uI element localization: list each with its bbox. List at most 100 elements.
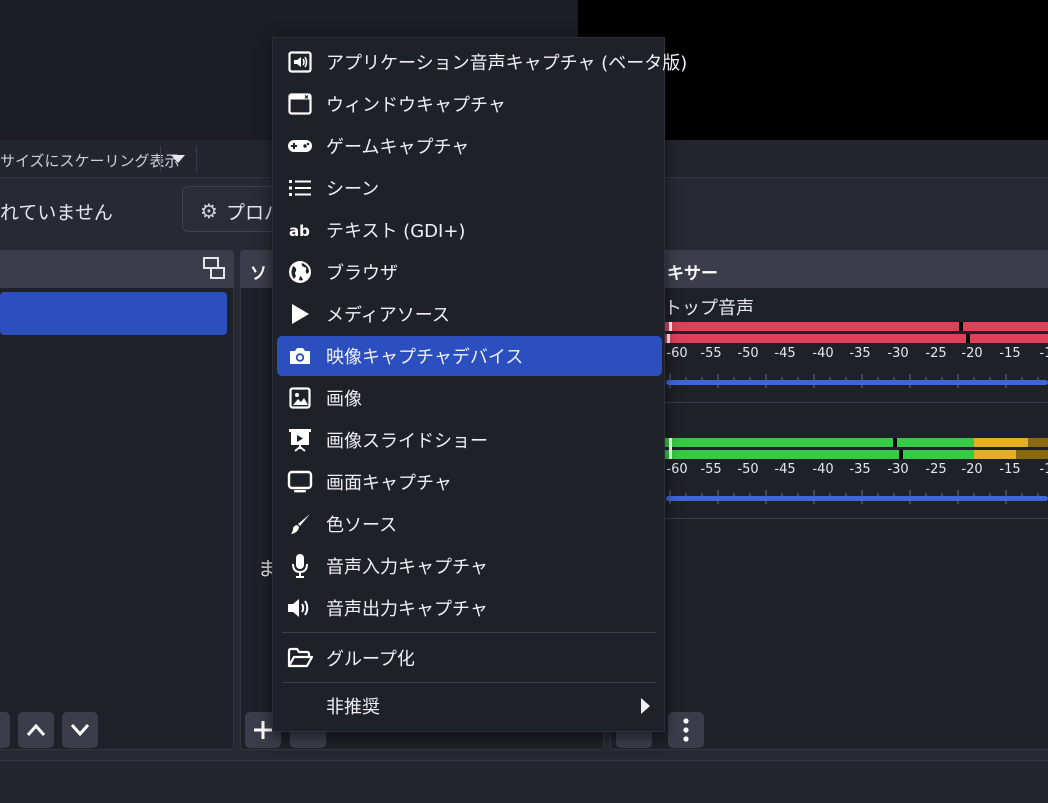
move-scene-down-button[interactable]: [62, 712, 98, 748]
scene-filter-button[interactable]: [0, 712, 10, 748]
camera-icon: [290, 348, 310, 364]
menu-item-label: 画像スライドショー: [326, 431, 488, 452]
chevron-down-icon: [171, 155, 185, 163]
menu-item-label: グループ化: [326, 649, 415, 670]
menu-item-image[interactable]: 画像: [277, 378, 662, 418]
meter-tick-label: -40: [812, 346, 834, 361]
volume-meter-bar: [664, 334, 1048, 343]
meter-tick-label: -50: [737, 462, 759, 477]
menu-item-label: 画面キャプチャ: [326, 473, 452, 494]
menu-item-group[interactable]: グループ化: [277, 638, 662, 678]
scene-list-item-selected[interactable]: [0, 292, 227, 335]
undock-icon[interactable]: [203, 257, 225, 279]
menu-item-scene[interactable]: シーン: [277, 168, 662, 208]
status-bar: [0, 760, 1048, 803]
meter-peak-marker: [669, 438, 672, 459]
menu-item-app-audio-capture[interactable]: アプリケーション音声キャプチャ (ベータ版): [277, 42, 687, 82]
menu-item-label: 音声出力キャプチャ: [326, 599, 488, 620]
divider: [664, 518, 1048, 519]
meter-tick-label: -20: [961, 346, 983, 361]
more-vertical-icon: [683, 718, 689, 742]
chevron-up-icon: [26, 723, 46, 736]
meter-tick-label: -50: [737, 346, 759, 361]
image-icon: [289, 387, 311, 409]
divider: [664, 402, 1048, 403]
menu-item-label: 映像キャプチャデバイス: [326, 347, 524, 368]
meter-peak-marker: [667, 334, 670, 343]
meter-tick-label: -1: [1039, 346, 1048, 361]
volume-slider[interactable]: [666, 380, 1048, 385]
window-icon: [288, 93, 312, 115]
meter-tick-label: -35: [849, 346, 871, 361]
divider: [160, 146, 161, 172]
meter-peak-marker: [893, 438, 897, 447]
meter-tick-label: -35: [849, 462, 871, 477]
divider: [196, 146, 197, 172]
add-source-context-menu: アプリケーション音声キャプチャ (ベータ版) ウィンドウキャプチャ ゲームキャプ…: [272, 37, 687, 732]
menu-item-label: アプリケーション音声キャプチャ (ベータ版): [326, 53, 688, 74]
meter-tick-label: -25: [925, 346, 947, 361]
menu-item-label: ウィンドウキャプチャ: [326, 95, 506, 116]
plus-icon: [254, 721, 272, 739]
menu-item-audio-input-capture[interactable]: 音声入力キャプチャ: [277, 546, 662, 586]
microphone-icon: [292, 554, 308, 578]
meter-tick-label: -40: [812, 462, 834, 477]
menu-item-label: 色ソース: [326, 515, 398, 536]
volume-meter-bar: [894, 438, 974, 447]
volume-meter-bar: [1016, 450, 1048, 459]
menu-item-game-capture[interactable]: ゲームキャプチャ: [277, 126, 662, 166]
paintbrush-icon: [291, 514, 310, 534]
menu-item-window-capture[interactable]: ウィンドウキャプチャ: [277, 84, 662, 124]
chevron-down-icon: [70, 724, 90, 737]
meter-tick-label: -20: [961, 462, 983, 477]
menu-separator: [282, 682, 656, 683]
menu-item-image-slideshow[interactable]: 画像スライドショー: [277, 420, 662, 460]
meter-tick-label: -45: [774, 346, 796, 361]
menu-item-deprecated[interactable]: 非推奨: [277, 686, 662, 726]
meter-tick-label: -55: [700, 462, 722, 477]
menu-item-label: 音声入力キャプチャ: [326, 557, 488, 578]
meter-tick-label: -1: [1039, 462, 1048, 477]
menu-item-media-source[interactable]: メディアソース: [277, 294, 662, 334]
no-source-selected-text: れていません: [0, 202, 113, 224]
meter-tick-label: -60: [666, 462, 688, 477]
menu-item-color-source[interactable]: 色ソース: [277, 504, 662, 544]
svg-text:ab: ab: [289, 222, 310, 239]
menu-item-display-capture[interactable]: 画面キャプチャ: [277, 462, 662, 502]
volume-slider[interactable]: [666, 496, 1048, 501]
monitor-icon: [287, 470, 313, 493]
volume-meter-bar: [664, 438, 894, 447]
meter-peak-marker: [966, 334, 970, 343]
menu-item-browser[interactable]: ブラウザ: [277, 252, 662, 292]
folder-open-icon: [287, 647, 313, 668]
menu-item-label: 画像: [326, 389, 362, 410]
menu-item-label: テキスト (GDI+): [326, 221, 466, 242]
meter-tick-label: -15: [999, 346, 1021, 361]
menu-item-text-gdi[interactable]: ab テキスト (GDI+): [277, 210, 662, 250]
chevron-right-icon: [641, 698, 650, 714]
meter-peak-marker: [959, 322, 963, 331]
meter-peak-marker: [669, 322, 672, 331]
mixer-menu-button[interactable]: [668, 712, 704, 748]
volume-meter-bar: [974, 450, 1016, 459]
menu-item-video-capture-device[interactable]: 映像キャプチャデバイス: [277, 336, 662, 376]
menu-item-audio-output-capture[interactable]: 音声出力キャプチャ: [277, 588, 662, 628]
mixer-track-label: トップ音声: [664, 298, 754, 319]
volume-meter-bar: [664, 322, 1048, 331]
gear-icon: ⚙: [200, 199, 218, 223]
globe-icon: [289, 261, 311, 283]
meter-tick-label: -60: [666, 346, 688, 361]
sources-dock-title: ソ: [250, 264, 267, 284]
volume-meter-bar: [664, 450, 974, 459]
list-icon: [289, 180, 311, 196]
move-scene-up-button[interactable]: [18, 712, 54, 748]
scale-dropdown-button[interactable]: [162, 146, 194, 172]
text-ab-icon: ab: [289, 222, 310, 239]
meter-tick-label: -55: [700, 346, 722, 361]
menu-separator: [282, 632, 656, 633]
meter-tick-label: -15: [999, 462, 1021, 477]
scale-mode-label: サイズにスケーリング表示: [0, 152, 180, 170]
menu-item-label: 非推奨: [326, 697, 380, 718]
meter-tick-label: -30: [887, 346, 909, 361]
volume-icon: [288, 599, 309, 617]
